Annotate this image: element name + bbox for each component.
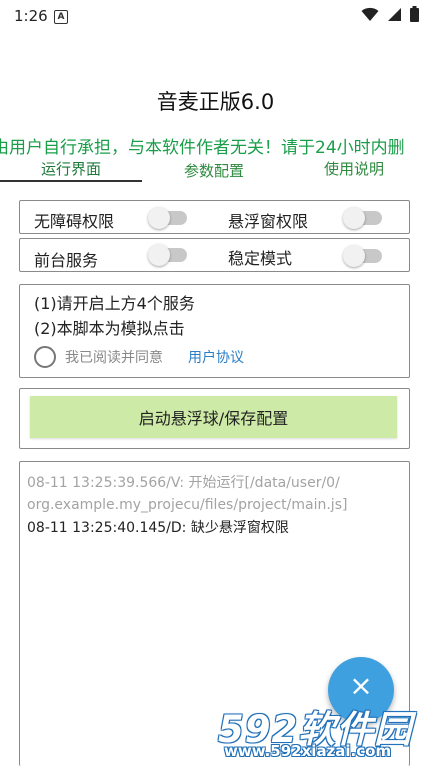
status-bar: 1:26 A — [0, 0, 431, 32]
tab-run[interactable]: 运行界面 — [0, 158, 142, 179]
agree-text: 我已阅读并同意 — [65, 350, 163, 366]
start-float-save-button[interactable]: 启动悬浮球/保存配置 — [30, 396, 397, 438]
overlay-label: 悬浮窗权限 — [228, 212, 309, 231]
switch-knob — [148, 207, 170, 229]
permission-row-2: 前台服务 稳定模式 — [19, 238, 410, 272]
system-icons — [361, 6, 419, 22]
foreground-switch[interactable] — [148, 244, 187, 266]
battery-icon — [410, 6, 419, 22]
switch-knob — [343, 245, 365, 267]
site-watermark: 592软件园 www.592xiazai.com — [218, 699, 431, 766]
signal-icon — [388, 7, 401, 21]
tab-bar: 运行界面 参数配置 使用说明 — [0, 156, 431, 184]
notification-a-icon: A — [54, 10, 68, 24]
marquee-disclaimer: 由用户自行承担，与本软件作者无关！请于24小时内删 — [0, 138, 405, 158]
agree-radio[interactable] — [34, 346, 56, 368]
log-line: 08-11 13:25:40.145/D: 缺少悬浮窗权限 — [27, 520, 289, 536]
switch-knob — [148, 244, 170, 266]
wifi-icon — [361, 7, 379, 21]
foreground-label: 前台服务 — [34, 251, 99, 270]
overlay-switch[interactable] — [343, 207, 382, 229]
switch-knob — [343, 207, 365, 229]
app-title: 音麦正版6.0 — [156, 90, 275, 114]
status-time: 1:26 — [14, 7, 48, 25]
accessibility-switch[interactable] — [148, 207, 187, 229]
log-line: 08-11 13:25:39.566/V: 开始运行[/data/user/0/ — [27, 475, 340, 491]
permission-row-1: 无障碍权限 悬浮窗权限 — [19, 200, 410, 234]
start-button-panel: 启动悬浮球/保存配置 — [19, 388, 410, 449]
close-icon: × — [349, 669, 373, 702]
notice-line-1: (1)请开启上方4个服务 — [34, 294, 195, 313]
watermark-url: www.592xiazai.com — [224, 742, 392, 760]
tab-active-indicator — [0, 180, 142, 182]
tab-params[interactable]: 参数配置 — [150, 160, 278, 181]
log-line: org.example.my_projecu/files/project/mai… — [27, 497, 348, 513]
tab-help[interactable]: 使用说明 — [290, 158, 418, 179]
stable-label: 稳定模式 — [228, 249, 293, 268]
user-agreement-link[interactable]: 用户协议 — [188, 347, 244, 367]
accessibility-label: 无障碍权限 — [34, 212, 115, 231]
notice-panel: (1)请开启上方4个服务 (2)本脚本为模拟点击 我已阅读并同意 用户协议 — [19, 284, 410, 378]
notice-line-2: (2)本脚本为模拟点击 — [34, 319, 185, 338]
stable-switch[interactable] — [343, 245, 382, 267]
